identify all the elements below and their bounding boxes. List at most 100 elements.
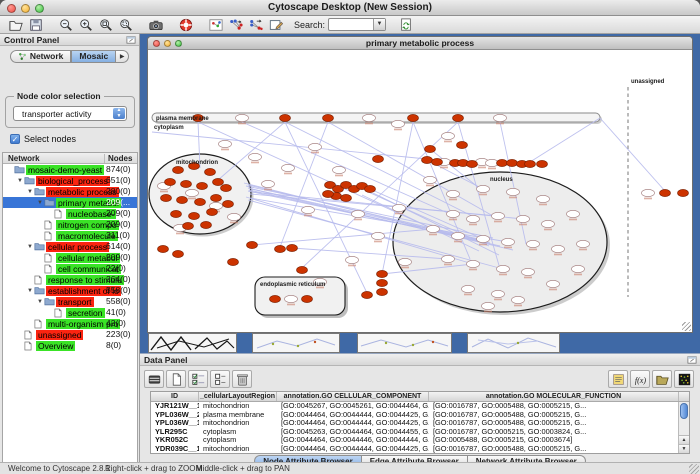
network-node[interactable]	[442, 132, 455, 139]
matrix-button[interactable]	[674, 370, 694, 388]
tree-row-establishment-of-lo[interactable]: ▼establishment of lo558(0)	[3, 285, 137, 296]
scrollbar-thumb[interactable]	[680, 403, 688, 419]
network-node[interactable]	[527, 240, 540, 247]
attribute-batch-button[interactable]	[210, 370, 230, 388]
new-attribute-button[interactable]	[166, 370, 186, 388]
tree-row-biological-process[interactable]: ▼biological_process651(0)	[3, 175, 137, 186]
column-header[interactable]: ID	[151, 392, 199, 401]
network-node[interactable]	[183, 222, 194, 229]
network-node[interactable]	[297, 266, 308, 273]
network-node[interactable]	[477, 185, 490, 192]
import-attributes-button[interactable]	[652, 370, 672, 388]
network-node[interactable]	[362, 291, 373, 298]
attribute-grid-button[interactable]	[144, 370, 164, 388]
search-input[interactable]: ▼	[328, 18, 386, 31]
notes-button[interactable]	[608, 370, 628, 388]
network-node[interactable]	[189, 212, 200, 219]
network-node[interactable]	[201, 221, 212, 228]
network-node[interactable]	[280, 114, 291, 121]
zoom-out-button[interactable]	[56, 17, 76, 33]
float-panel-icon[interactable]	[687, 355, 697, 364]
network-node[interactable]	[247, 241, 258, 248]
network-node[interactable]	[492, 212, 505, 219]
select-attributes-button[interactable]	[188, 370, 208, 388]
frame-resize-grip[interactable]	[682, 322, 691, 331]
network-node[interactable]	[507, 188, 520, 195]
network-node[interactable]	[467, 260, 480, 267]
network-node[interactable]	[494, 114, 507, 121]
network-node[interactable]	[522, 268, 535, 275]
table-row[interactable]: YDR039C__1mitochondrion[GO:0044464, GO:0…	[151, 445, 689, 454]
zoom-selected-button[interactable]	[116, 17, 136, 33]
network-node[interactable]	[547, 280, 560, 287]
background-window[interactable]	[148, 333, 237, 353]
delete-attribute-button[interactable]	[232, 370, 252, 388]
open-folder-button[interactable]	[6, 17, 26, 33]
network-node[interactable]	[228, 213, 241, 220]
tab-network[interactable]: Network	[10, 50, 72, 63]
save-button[interactable]	[26, 17, 46, 33]
zoom-in-button[interactable]	[76, 17, 96, 33]
network-node[interactable]	[393, 204, 406, 211]
select-nodes-checkbox[interactable]: ✓	[10, 134, 20, 144]
network-node[interactable]	[282, 164, 295, 171]
network-node[interactable]	[442, 255, 455, 262]
network-node[interactable]	[186, 189, 199, 196]
network-node[interactable]	[363, 114, 376, 121]
network-node[interactable]	[467, 160, 478, 167]
network-node[interactable]	[577, 240, 590, 247]
table-row[interactable]: YKR052Ccytoplasm[GO:0044464, GO:0044446,…	[151, 436, 689, 445]
network-node[interactable]	[270, 295, 281, 302]
table-row[interactable]: YLR295Ccytoplasm[GO:0045263, GO:0044464,…	[151, 428, 689, 437]
network-node[interactable]	[525, 160, 536, 167]
network-node[interactable]	[542, 220, 555, 227]
network-node[interactable]	[497, 159, 508, 166]
table-row[interactable]: YJR121W__1mitochondrion[GO:0045267, GO:0…	[151, 402, 689, 411]
network-node[interactable]	[567, 210, 580, 217]
help-lifesaver-button[interactable]	[176, 17, 196, 33]
region-plasma-membrane[interactable]	[152, 113, 600, 122]
network-node[interactable]	[392, 120, 405, 127]
network-node[interactable]	[177, 196, 188, 203]
network-node[interactable]	[323, 190, 334, 197]
network-node[interactable]	[352, 210, 365, 217]
network-node[interactable]	[333, 166, 346, 173]
network-node[interactable]	[377, 288, 388, 295]
function-builder-button[interactable]: f(x)	[630, 370, 650, 388]
table-scrollbar[interactable]: ▲ ▼	[678, 402, 689, 453]
network-node[interactable]	[173, 166, 184, 173]
network-node[interactable]	[207, 208, 218, 215]
tree-row-cell-communicat[interactable]: cell communicat22(0)	[3, 263, 137, 274]
background-window[interactable]	[252, 333, 340, 353]
network-node[interactable]	[309, 143, 322, 150]
network-edge[interactable]	[600, 118, 665, 191]
tree-row-unassigned[interactable]: unassigned223(0)	[3, 329, 137, 340]
network-node[interactable]	[275, 245, 286, 252]
layout-network-b-button[interactable]	[246, 17, 266, 33]
network-node[interactable]	[205, 168, 216, 175]
tree-expander-icon[interactable]: ▼	[36, 200, 44, 206]
node-color-dropdown[interactable]: transporter activity ▲▼	[13, 106, 127, 121]
tree-expander-icon[interactable]: ▼	[26, 189, 34, 195]
network-node[interactable]	[223, 200, 234, 207]
tree-row-nucleobase-[interactable]: nucleobase-209(0)	[3, 208, 137, 219]
search-dropdown-icon[interactable]: ▼	[373, 19, 385, 30]
network-node[interactable]	[213, 178, 224, 185]
network-node[interactable]	[158, 245, 169, 252]
network-edge[interactable]	[218, 122, 285, 180]
network-node[interactable]	[211, 194, 222, 201]
network-node[interactable]	[372, 232, 385, 239]
tree-row-transport[interactable]: ▼transport558(0)	[3, 296, 137, 307]
scroll-up-icon[interactable]: ▲	[679, 435, 689, 444]
network-node[interactable]	[457, 141, 468, 148]
network-node[interactable]	[197, 182, 208, 189]
network-node[interactable]	[399, 258, 412, 265]
tree-row-cellular-process[interactable]: ▼cellular process614(0)	[3, 241, 137, 252]
network-node[interactable]	[477, 235, 490, 242]
network-node[interactable]	[552, 245, 565, 252]
network-edge[interactable]	[285, 122, 367, 293]
network-node[interactable]	[323, 114, 334, 121]
network-node[interactable]	[262, 180, 275, 187]
network-node[interactable]	[507, 159, 518, 166]
network-node[interactable]	[660, 189, 671, 196]
